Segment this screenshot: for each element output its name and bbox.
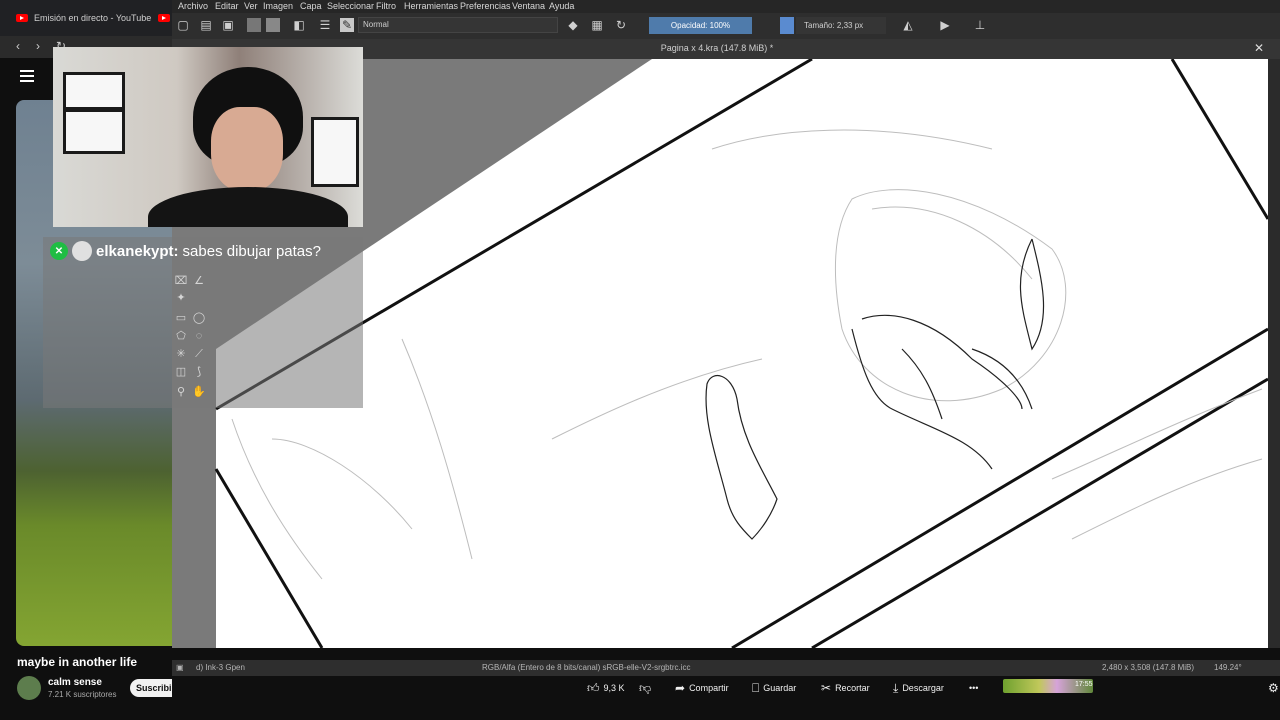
youtube-icon-2: [158, 14, 170, 22]
thumb-up-icon: 👍︎: [587, 680, 600, 695]
rect-select-icon[interactable]: ▭: [174, 311, 188, 325]
x-badge-icon: ✕: [50, 242, 68, 260]
wrap-icon[interactable]: ⊥: [973, 18, 987, 32]
brush-preset-icon[interactable]: ✎: [340, 18, 354, 32]
share-label: Compartir: [689, 683, 729, 693]
download-label: Descargar: [902, 683, 944, 693]
channel-name[interactable]: calm sense: [48, 677, 102, 688]
thumb-down-icon: 👎︎: [639, 680, 652, 695]
scissors-icon: ✂: [821, 681, 832, 695]
save-label: Guardar: [763, 683, 797, 693]
magic-wand-icon[interactable]: ✳: [174, 347, 188, 361]
forward-icon[interactable]: ›: [36, 39, 40, 53]
brush-name: d) Ink-3 Gpen: [196, 663, 245, 672]
close-icon[interactable]: ✕: [1254, 41, 1264, 55]
save-icon[interactable]: ▣: [221, 18, 235, 32]
browser-tab-strip: Emisión en directo - YouTube: [0, 0, 172, 36]
browser-tab-2[interactable]: [158, 8, 170, 28]
share-icon: ➦: [675, 681, 686, 695]
wall-frame: [63, 72, 125, 110]
menu-icon[interactable]: [20, 70, 34, 82]
menu-seleccionar[interactable]: Seleccionar: [327, 1, 374, 11]
menu-ver[interactable]: Ver: [244, 1, 258, 11]
pan-hand-icon[interactable]: ✋: [192, 385, 206, 399]
more-button[interactable]: •••: [969, 680, 978, 696]
reload-preset-icon[interactable]: ↻: [614, 18, 628, 32]
brush-preset-status-icon: ▣: [176, 663, 184, 672]
related-video-duration: 17:55: [1075, 681, 1093, 688]
krita-statusbar: ▣ d) Ink-3 Gpen RGB/Alfa (Entero de 8 bi…: [172, 660, 1280, 676]
chat-avatar: [72, 241, 92, 261]
blend-mode-select[interactable]: Normal: [358, 17, 558, 33]
color-space: RGB/Alfa (Entero de 8 bits/canal) sRGB-e…: [482, 663, 691, 672]
measure-icon[interactable]: ∠: [192, 274, 206, 288]
menu-editar[interactable]: Editar: [215, 1, 239, 11]
menu-capa[interactable]: Capa: [300, 1, 322, 11]
path-select-icon[interactable]: ⟆: [192, 365, 206, 379]
save-button[interactable]: ⎕ Guardar: [752, 680, 796, 696]
zoom-icon[interactable]: ⚲: [174, 385, 188, 399]
menu-ayuda[interactable]: Ayuda: [549, 1, 574, 11]
youtube-icon: [16, 14, 28, 22]
clip-button[interactable]: ✂ Recortar: [821, 680, 870, 696]
menu-herramientas[interactable]: Herramientas: [404, 1, 458, 11]
dislike-button[interactable]: 👎︎: [639, 680, 651, 696]
krita-toolbox: ⌧ ∠ ✦ ▭ ◯ ⬠ ◌ ✳ ⟋ ◫ ⟆ ⚲ ✋: [172, 227, 216, 408]
streamer-face: [211, 107, 283, 192]
krita-menubar: Archivo Editar Ver Imagen Capa Seleccion…: [172, 0, 1280, 13]
webcam-overlay: [53, 47, 363, 227]
channel-avatar[interactable]: [17, 676, 41, 700]
bottom-strip: [0, 700, 1280, 720]
menu-archivo[interactable]: Archivo: [178, 1, 208, 11]
pin-icon[interactable]: ✦: [174, 291, 188, 305]
canvas-rotation[interactable]: 149.24°: [1214, 663, 1242, 672]
polygon-select-icon[interactable]: ⬠: [174, 329, 188, 343]
brush-settings-icon[interactable]: ☰: [318, 18, 332, 32]
pattern-icon[interactable]: [266, 18, 280, 32]
opacity-slider[interactable]: Opacidad: 100%: [649, 17, 752, 34]
menu-ventana[interactable]: Ventana: [512, 1, 545, 11]
menu-preferencias[interactable]: Preferencias: [460, 1, 511, 11]
browser-tab[interactable]: Emisión en directo - YouTube: [16, 8, 151, 28]
color-swatch[interactable]: [780, 17, 794, 34]
fg-bg-color-icon[interactable]: ◧: [292, 18, 306, 32]
gear-icon: ⚙: [1268, 681, 1279, 695]
vertical-scrollbar[interactable]: [1268, 59, 1280, 648]
settings-button[interactable]: ⚙: [1268, 680, 1279, 696]
mirror-h-icon[interactable]: ◭: [901, 18, 915, 32]
chat-username: elkanekypt:: [96, 242, 179, 260]
browser-tab-title: Emisión en directo - YouTube: [34, 13, 152, 23]
bezier-select-icon[interactable]: ⟋: [192, 347, 206, 361]
wall-frame: [311, 117, 359, 187]
gradient-icon[interactable]: [247, 18, 261, 32]
clip-label: Recortar: [835, 683, 870, 693]
open-folder-icon[interactable]: ▤: [199, 18, 213, 32]
like-button[interactable]: 👍︎ 9,3 K: [587, 680, 625, 696]
share-button[interactable]: ➦ Compartir: [675, 680, 729, 696]
alpha-lock-icon[interactable]: ▦: [590, 18, 604, 32]
menu-filtro[interactable]: Filtro: [376, 1, 396, 11]
video-title: maybe in another life: [17, 655, 138, 669]
menu-imagen[interactable]: Imagen: [263, 1, 293, 11]
similar-select-icon[interactable]: ◫: [174, 365, 188, 379]
brush-size-slider[interactable]: Tamaño: 2,33 px: [796, 17, 886, 34]
lasso-select-icon[interactable]: ◌: [192, 329, 206, 343]
transform-icon[interactable]: ⌧: [174, 274, 188, 288]
image-dimensions: 2,480 x 3,508 (147.8 MiB): [1102, 663, 1195, 672]
ellipse-select-icon[interactable]: ◯: [192, 311, 206, 325]
download-button[interactable]: ⤓ Descargar: [893, 680, 944, 696]
back-icon[interactable]: ‹: [16, 39, 20, 53]
eraser-icon[interactable]: ◆: [566, 18, 580, 32]
download-icon: ⤓: [893, 680, 899, 695]
new-document-icon[interactable]: ▢: [176, 18, 190, 32]
bookmark-icon: ⎕: [752, 680, 760, 695]
wall-frame: [63, 109, 125, 154]
mirror-v-icon[interactable]: ▶: [938, 18, 952, 32]
like-count: 9,3 K: [603, 683, 625, 693]
subscriber-count: 7.21 K suscriptores: [48, 690, 117, 699]
